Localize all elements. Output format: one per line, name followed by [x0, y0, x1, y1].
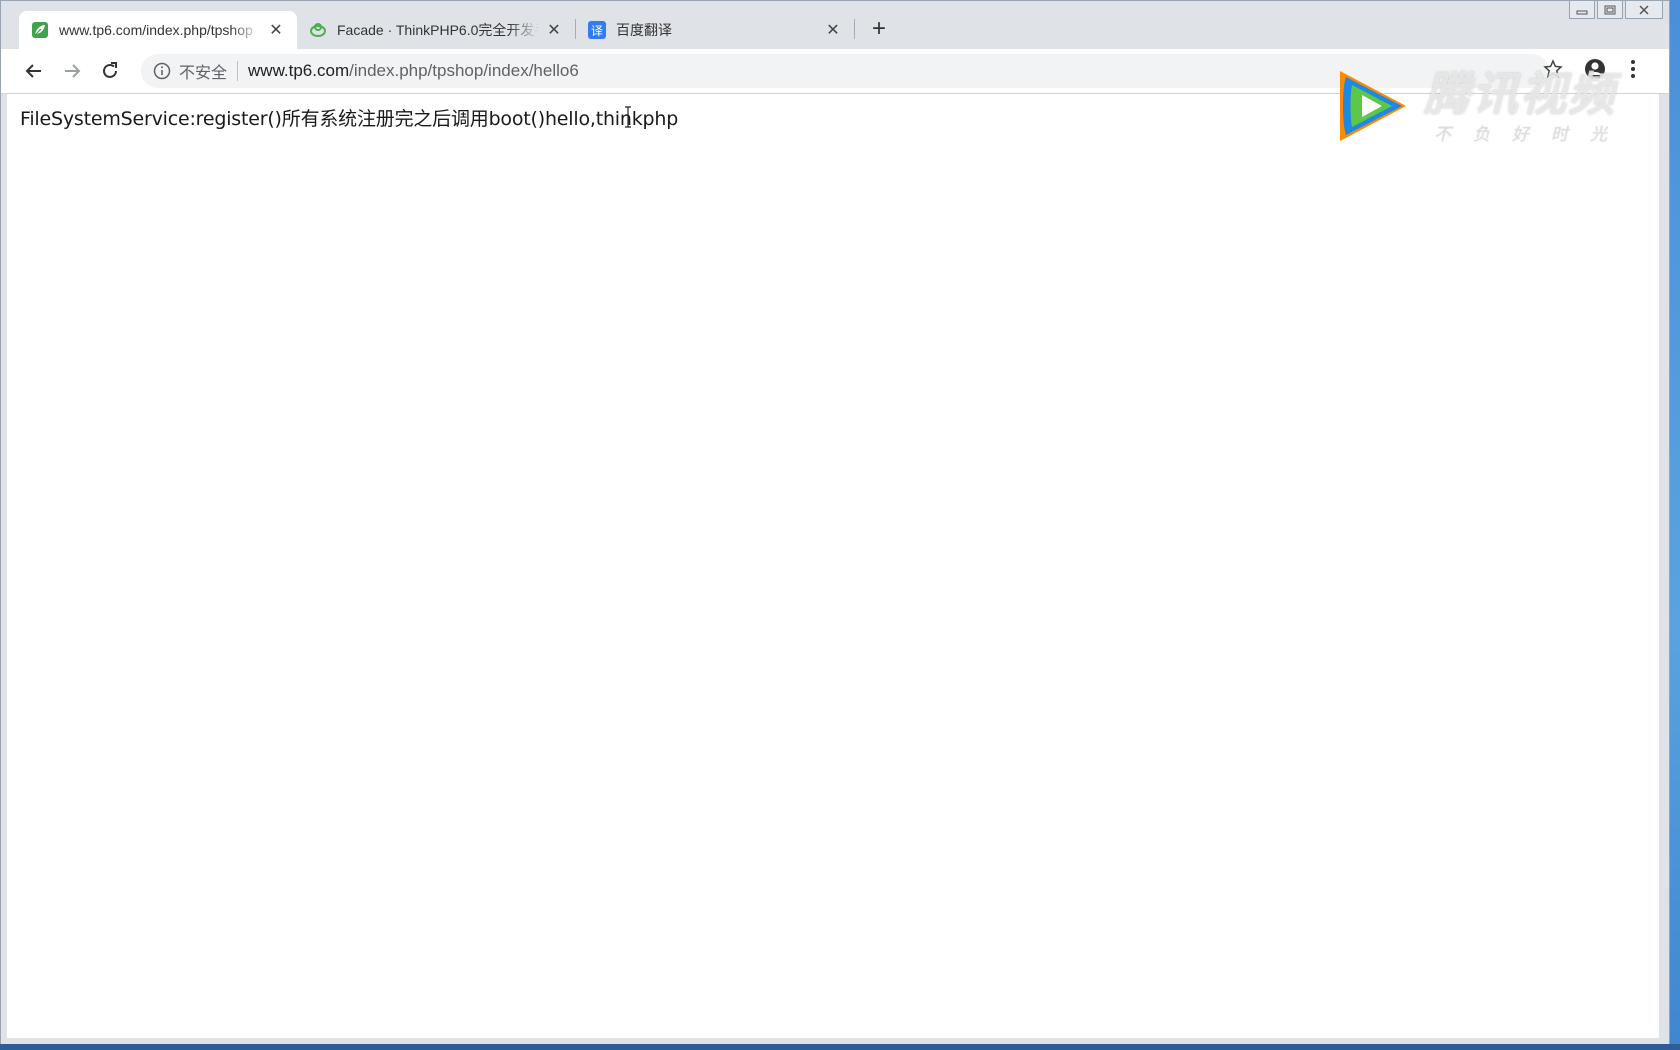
forward-button[interactable]	[55, 54, 89, 88]
tab-baidu-translate[interactable]: 译 百度翻译 ✕	[576, 11, 854, 49]
close-icon	[1639, 4, 1649, 15]
minimize-button[interactable]	[1569, 1, 1595, 19]
window-close-button[interactable]	[1625, 1, 1663, 19]
thinkphp-favicon-icon	[309, 21, 327, 39]
url-path: /index.php/tpshop/index/hello6	[349, 61, 579, 80]
new-tab-button[interactable]: +	[861, 11, 897, 47]
tab-close-icon[interactable]: ✕	[824, 21, 842, 39]
svg-text:译: 译	[591, 24, 603, 38]
profile-avatar-icon[interactable]	[1581, 55, 1609, 83]
tab-close-icon[interactable]: ✕	[545, 21, 563, 39]
i-beam-cursor-icon	[623, 106, 633, 128]
address-bar[interactable]: 不安全 www.tp6.com/index.php/tpshop/index/h…	[141, 54, 1549, 88]
page-viewport: FileSystemService:register()所有系统注册完之后调用b…	[7, 94, 1659, 1038]
back-button[interactable]	[17, 54, 51, 88]
minimize-icon	[1576, 10, 1588, 14]
window-controls	[1569, 1, 1663, 19]
security-label[interactable]: 不安全	[179, 59, 227, 83]
tab-facade[interactable]: Facade · ThinkPHP6.0完全开发手册 ✕	[297, 11, 575, 49]
page-body-text: FileSystemService:register()所有系统注册完之后调用b…	[20, 108, 679, 130]
taskbar	[0, 1044, 1680, 1050]
reload-button[interactable]	[93, 54, 127, 88]
arrow-left-icon	[25, 64, 41, 78]
tab-separator	[854, 19, 855, 39]
restore-button[interactable]	[1597, 1, 1623, 19]
restore-icon	[1604, 5, 1616, 14]
tab-tp6[interactable]: www.tp6.com/index.php/tpshop ✕	[19, 11, 297, 49]
tab-title: 百度翻译	[616, 22, 672, 38]
info-icon[interactable]	[153, 62, 171, 80]
bookmark-star-icon[interactable]	[1541, 57, 1565, 81]
desktop: www.tp6.com/index.php/tpshop ✕ Facade · …	[0, 0, 1680, 1050]
arrow-right-icon	[65, 64, 81, 78]
browser-window: www.tp6.com/index.php/tpshop ✕ Facade · …	[0, 0, 1670, 1045]
tab-title: www.tp6.com/index.php/tpshop	[59, 22, 253, 38]
toolbar: 不安全 www.tp6.com/index.php/tpshop/index/h…	[1, 49, 1669, 94]
translate-favicon-icon: 译	[588, 21, 606, 39]
url-host: www.tp6.com	[248, 61, 350, 80]
omnibox-divider	[237, 61, 239, 81]
tab-title: Facade · ThinkPHP6.0完全开发手册	[337, 22, 539, 38]
kebab-menu-icon[interactable]	[1623, 55, 1643, 83]
reload-icon	[103, 62, 117, 78]
leaf-favicon-icon	[31, 21, 49, 39]
tab-strip: www.tp6.com/index.php/tpshop ✕ Facade · …	[19, 9, 897, 49]
tab-close-icon[interactable]: ✕	[267, 21, 285, 39]
